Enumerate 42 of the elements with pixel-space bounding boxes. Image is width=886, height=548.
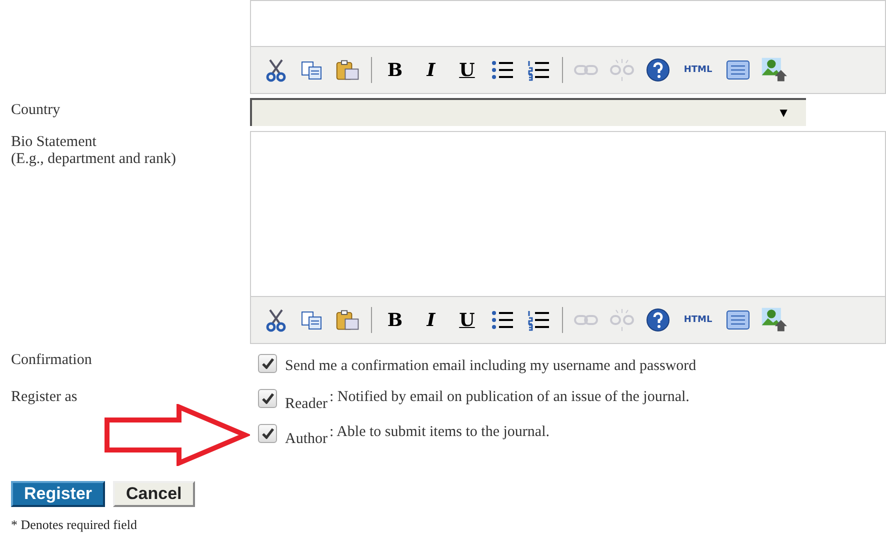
bullet-list-icon[interactable] xyxy=(491,59,515,81)
scissors-icon[interactable] xyxy=(265,308,287,332)
format-button[interactable]: U xyxy=(454,57,480,83)
clipboard-icon[interactable] xyxy=(335,58,361,82)
bullet-list-icon[interactable] xyxy=(491,309,515,331)
clipboard-icon[interactable] xyxy=(335,308,361,332)
checkmark-icon xyxy=(262,428,274,439)
field-label: Register as xyxy=(11,389,78,406)
footnote: * Denotes required field xyxy=(11,517,137,532)
format-button[interactable]: B xyxy=(382,307,408,333)
window-icon[interactable] xyxy=(726,310,750,330)
register-button[interactable]: Register xyxy=(11,481,106,507)
checkbox-label: Send me a confirmation email including my username and password xyxy=(285,358,696,375)
help-icon[interactable] xyxy=(646,308,670,332)
checkbox[interactable] xyxy=(258,424,277,443)
checkbox[interactable] xyxy=(258,354,277,373)
scissors-icon[interactable] xyxy=(265,58,287,82)
format-button[interactable]: U xyxy=(454,307,480,333)
field-label: Confirmation xyxy=(11,352,93,369)
help-icon[interactable] xyxy=(646,58,670,82)
window-icon[interactable] xyxy=(726,60,750,80)
format-button[interactable]: I xyxy=(418,307,444,333)
role-label: Reader xyxy=(285,396,328,413)
copy-icon[interactable] xyxy=(300,59,324,81)
format-button[interactable]: I xyxy=(418,57,444,83)
field-label: Country xyxy=(11,102,62,119)
field-hint: (E.g., department and rank) xyxy=(11,151,177,168)
html-button[interactable]: HTML xyxy=(681,57,715,83)
role-description: : Notified by email on publication of an issue of the journal. xyxy=(329,389,690,406)
checkmark-icon xyxy=(262,358,274,369)
cancel-button[interactable]: Cancel xyxy=(113,481,195,507)
format-button[interactable]: B xyxy=(382,57,408,83)
role-description: : Able to submit items to the journal. xyxy=(330,424,550,441)
country-select[interactable]: ▼ xyxy=(250,98,806,126)
html-button[interactable]: HTML xyxy=(681,307,715,333)
checkmark-icon xyxy=(262,393,274,404)
field-label: Bio Statement xyxy=(11,134,98,151)
checkbox[interactable] xyxy=(258,389,277,408)
copy-icon[interactable] xyxy=(300,309,324,331)
numbered-list-icon[interactable] xyxy=(527,309,551,331)
numbered-list-icon[interactable] xyxy=(527,59,551,81)
role-label: Author xyxy=(285,431,328,448)
